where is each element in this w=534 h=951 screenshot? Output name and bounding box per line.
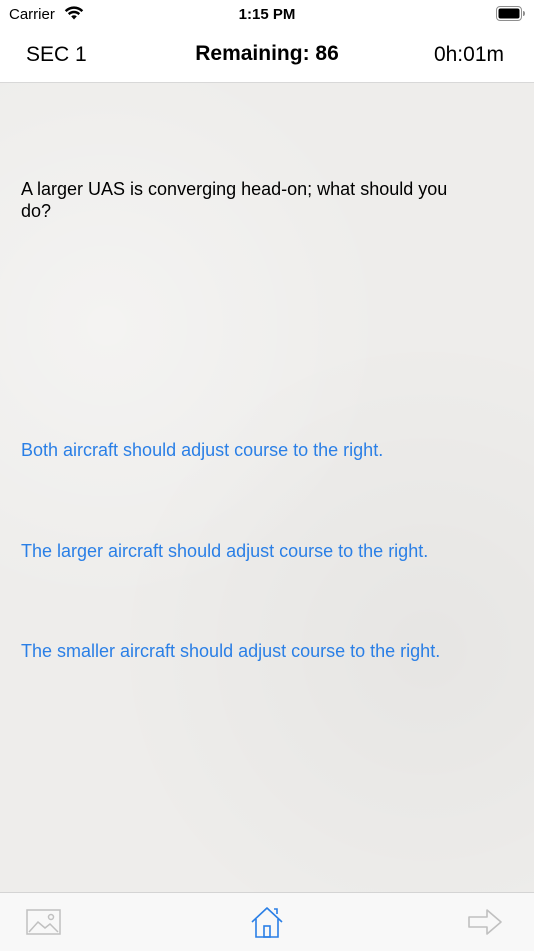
next-arrow-icon[interactable] — [467, 905, 503, 939]
answer-option-3[interactable]: The smaller aircraft should adjust cours… — [21, 641, 440, 662]
battery-icon — [496, 6, 525, 21]
home-icon[interactable] — [249, 905, 285, 939]
status-bar: Carrier 1:15 PM — [0, 0, 534, 30]
status-time: 1:15 PM — [238, 6, 296, 23]
elapsed-timer: 0h:01m — [433, 43, 504, 66]
answer-option-2[interactable]: The larger aircraft should adjust course… — [21, 541, 428, 562]
image-icon[interactable] — [26, 905, 62, 939]
question-text: A larger UAS is converging head-on; what… — [21, 179, 448, 221]
answer-option-1[interactable]: Both aircraft should adjust course to th… — [21, 440, 383, 461]
quiz-header: SEC 1 Remaining: 86 0h:01m — [0, 30, 534, 83]
bottom-toolbar — [0, 892, 534, 951]
question-panel: A larger UAS is converging head-on; what… — [0, 83, 534, 892]
